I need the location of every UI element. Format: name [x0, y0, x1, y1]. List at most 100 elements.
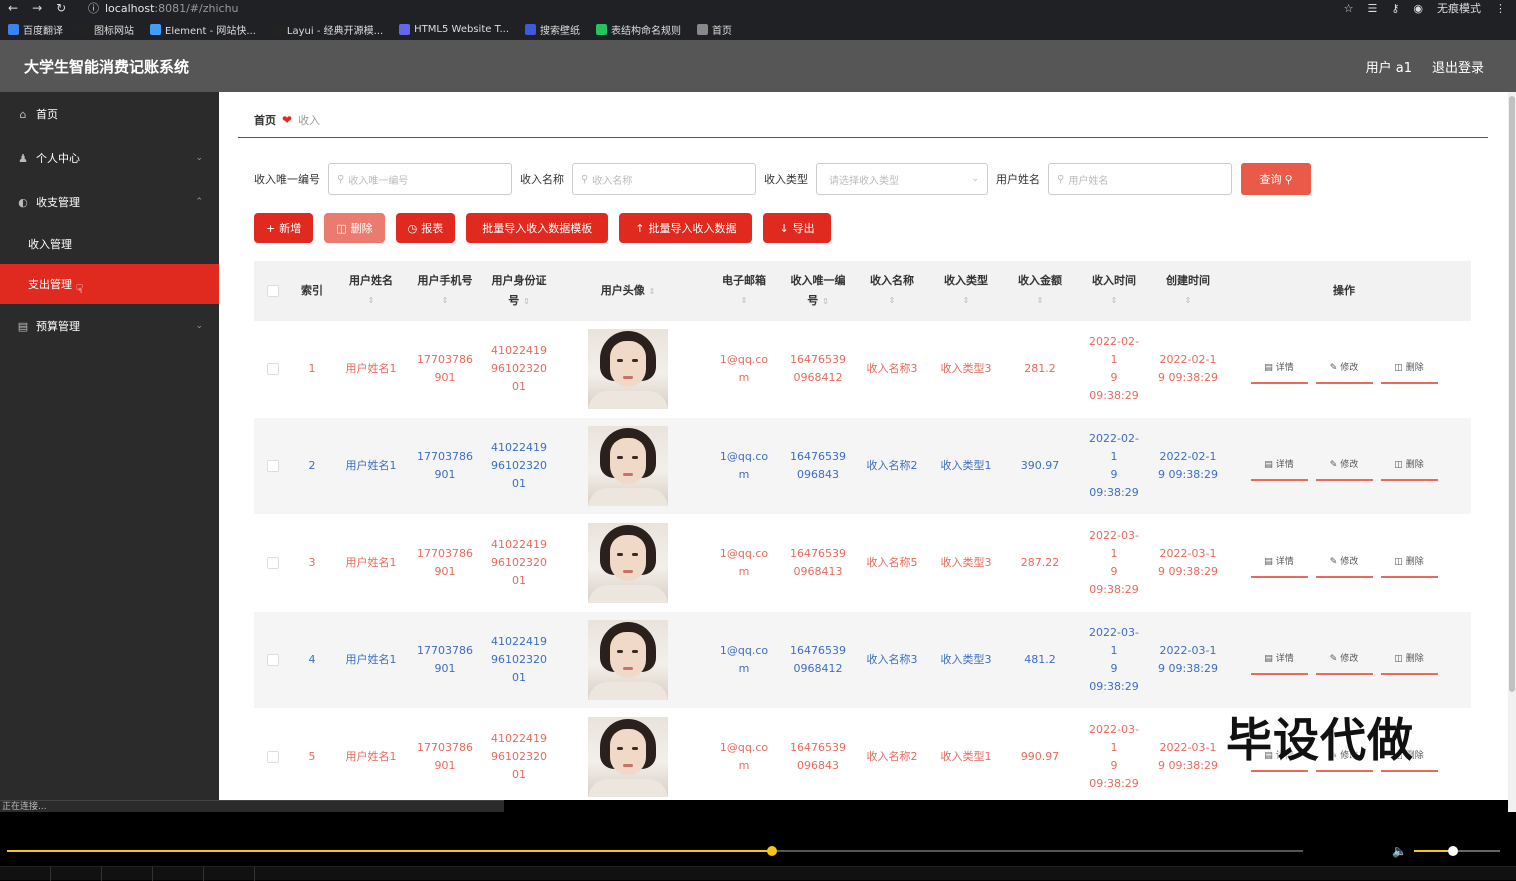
control-slot[interactable] — [102, 867, 153, 881]
avatar-image[interactable] — [588, 329, 668, 409]
income-type-select[interactable]: 请选择收入类型 ⌄ — [816, 163, 988, 195]
select-all-checkbox[interactable] — [254, 285, 292, 297]
income-no-input[interactable]: ⚲ 收入唯一编号 — [328, 163, 512, 195]
breadcrumb: 首页 ❤ 收入 — [254, 112, 320, 128]
avatar-image[interactable] — [588, 620, 668, 700]
control-slot[interactable] — [51, 867, 102, 881]
income-name-input[interactable]: ⚲ 收入名称 — [572, 163, 756, 195]
forward-icon[interactable]: → — [32, 1, 42, 15]
menu-icon[interactable]: ⋮ — [1495, 2, 1506, 15]
cell-phone: 17703786 901 — [417, 353, 473, 384]
star-icon[interactable]: ☆ — [1344, 2, 1354, 15]
col-avatar[interactable]: 用户头像 ⇕ — [558, 281, 698, 302]
bookmark-item[interactable]: HTML5 Website T... — [399, 23, 509, 35]
col-amount[interactable]: 收入金额 ⇕ — [994, 271, 1086, 311]
query-button[interactable]: 查询 ⚲ — [1241, 163, 1311, 195]
cell-id-card: 41022419 96102320 01 — [491, 538, 547, 587]
row-checkbox[interactable] — [254, 557, 292, 569]
browser-toolbar: ☆ ☰ ⚷ ◉ 无痕模式 ⋮ — [1344, 0, 1506, 16]
bookmark-item[interactable]: 百度翻译 — [8, 22, 63, 37]
row-checkbox[interactable] — [254, 460, 292, 472]
detail-button[interactable]: ▤ 详情 — [1250, 548, 1308, 578]
progress-knob[interactable] — [766, 846, 777, 856]
cell-avatar — [558, 620, 698, 700]
edit-button[interactable]: ✎ 修改 — [1315, 548, 1373, 578]
sort-icon: ⇕ — [740, 296, 748, 305]
delete-button[interactable]: ◫ 删除 — [1380, 354, 1438, 384]
sidebar-sub-expense[interactable]: 支出管理 ☟ — [0, 264, 219, 304]
bookmark-item[interactable]: 表结构命名规则 — [596, 22, 681, 37]
detail-button[interactable]: ▤ 详情 — [1250, 451, 1308, 481]
add-button[interactable]: + 新增 — [254, 213, 314, 243]
col-phone[interactable]: 用户手机号 ⇕ — [410, 271, 480, 311]
scrollbar-thumb[interactable] — [1509, 96, 1515, 692]
bookmark-item[interactable]: 图标网站 — [79, 22, 134, 37]
batch-delete-button[interactable]: ◫ 删除 — [324, 213, 385, 243]
col-income-time[interactable]: 收入时间 ⇕ — [1086, 271, 1142, 311]
back-icon[interactable]: ← — [8, 1, 18, 15]
report-button[interactable]: ◷ 报表 — [395, 213, 456, 243]
col-income-type[interactable]: 收入类型 ⇕ — [938, 271, 994, 311]
user-name-input[interactable]: ⚲ 用户姓名 — [1048, 163, 1232, 195]
export-button[interactable]: ↓ 导出 — [763, 213, 831, 243]
col-email[interactable]: 电子邮箱 ⇕ — [698, 271, 790, 311]
budget-icon: ▤ — [17, 319, 29, 333]
avatar-image[interactable] — [588, 426, 668, 506]
sidebar-item-finance[interactable]: ◐ 收支管理 ⌃ — [0, 180, 219, 224]
breadcrumb-home[interactable]: 首页 — [254, 112, 276, 128]
edit-button[interactable]: ✎ 修改 — [1315, 354, 1373, 384]
logout-link[interactable]: 退出登录 — [1432, 57, 1484, 76]
row-checkbox[interactable] — [254, 363, 292, 375]
reading-list-icon[interactable]: ☰ — [1367, 2, 1377, 15]
cell-income-no: 16476539 0968412 — [790, 644, 846, 675]
volume-icon[interactable]: 🔈 — [1392, 844, 1407, 858]
col-income-name[interactable]: 收入名称 ⇕ — [846, 271, 938, 311]
control-slot[interactable] — [204, 867, 255, 881]
edit-button[interactable]: ✎ 修改 — [1315, 451, 1373, 481]
avatar-image[interactable] — [588, 717, 668, 797]
sidebar-item-home[interactable]: ⌂ 首页 — [0, 92, 219, 136]
control-slot[interactable] — [0, 867, 51, 881]
cell-income-name: 收入名称3 — [866, 362, 918, 375]
detail-button[interactable]: ▤ 详情 — [1250, 354, 1308, 384]
key-icon[interactable]: ⚷ — [1391, 2, 1399, 15]
detail-button[interactable]: ▤ 详情 — [1250, 645, 1308, 675]
cell-index: 4 — [308, 653, 316, 666]
user-name[interactable]: 用户 a1 — [1366, 57, 1412, 76]
import-data-button[interactable]: ↑ 批量导入收入数据 — [619, 213, 753, 243]
delete-button[interactable]: ◫ 删除 — [1380, 548, 1438, 578]
profile-label[interactable]: 无痕模式 — [1437, 0, 1481, 16]
edit-button[interactable]: ✎ 修改 — [1315, 645, 1373, 675]
row-checkbox[interactable] — [254, 654, 292, 666]
col-create-time[interactable]: 创建时间 ⇕ — [1142, 271, 1234, 311]
volume-knob[interactable] — [1447, 846, 1458, 856]
progress-track[interactable] — [7, 846, 1303, 856]
cell-income-time: 2022-03-1 9 09:38:29 — [1089, 723, 1139, 790]
volume-track[interactable] — [1414, 846, 1500, 856]
avatar-image[interactable] — [588, 523, 668, 603]
cell-index: 5 — [308, 750, 316, 763]
bookmark-item[interactable]: Element - 网站快... — [150, 22, 256, 37]
url-text[interactable]: localhost:8081/#/zhichu — [105, 2, 239, 15]
progress-fill — [7, 850, 772, 852]
address-bar[interactable]: ← → ↻ ⓘ localhost:8081/#/zhichu ☆ ☰ ⚷ ◉ … — [0, 0, 1516, 16]
info-icon[interactable]: ⓘ — [88, 0, 99, 16]
import-template-button[interactable]: 批量导入收入数据模板 — [466, 213, 609, 243]
reload-icon[interactable]: ↻ — [56, 1, 66, 15]
col-name[interactable]: 用户姓名 ⇕ — [332, 271, 410, 311]
control-slot[interactable] — [153, 867, 204, 881]
col-id-card[interactable]: 用户身份证号 ⇕ — [480, 271, 558, 312]
col-income-no[interactable]: 收入唯一编号 ⇕ — [790, 271, 846, 312]
sidebar-item-profile[interactable]: ♟ 个人中心 ⌄ — [0, 136, 219, 180]
bookmark-item[interactable]: 首页 — [697, 22, 732, 37]
bookmark-item[interactable]: Layui - 经典开源模... — [271, 22, 383, 37]
delete-button[interactable]: ◫ 删除 — [1380, 451, 1438, 481]
row-checkbox[interactable] — [254, 751, 292, 763]
sidebar-sub-label: 支出管理 — [28, 278, 72, 291]
delete-button[interactable]: ◫ 删除 — [1380, 645, 1438, 675]
sidebar-sub-income[interactable]: 收入管理 — [0, 224, 219, 264]
search-icon: ⚲ — [337, 173, 345, 185]
bookmark-item[interactable]: 搜索壁纸 — [525, 22, 580, 37]
sidebar-item-budget[interactable]: ▤ 预算管理 ⌄ — [0, 304, 219, 348]
incognito-icon[interactable]: ◉ — [1413, 2, 1423, 15]
